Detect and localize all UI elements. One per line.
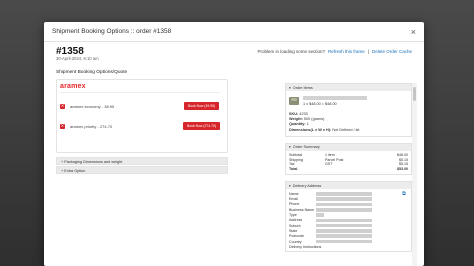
summary-table: Subtotal 1 item $48.00 Shipping Parcel Post… (286, 151, 411, 174)
order-summary-panel: ▾ Order Summary Subtotal 1 item $48.00 Shi… (285, 142, 412, 176)
order-info-column: ▾ Order Items 1 x $48.00 = $48.00 SKU: 4… (285, 83, 412, 266)
modal-header: Shipment Booking Options :: order #1358 … (44, 22, 424, 42)
redacted-value (316, 202, 372, 207)
collapsible-label: Extra Option (64, 169, 86, 173)
product-thumbnail (289, 97, 299, 105)
book-now-button[interactable]: Book Now (274.70) (182, 122, 220, 130)
extra-option-collapsible[interactable]: + Extra Option (56, 166, 228, 174)
aramex-logo: aramex (60, 83, 86, 90)
summary-row: Shipping Parcel Post $5.15 (289, 157, 408, 162)
address-fields: ⧉ Name Email Phone Business Name Type Ad… (286, 189, 411, 251)
summary-row: Tax GST $5.15 (289, 162, 408, 167)
redacted-value (316, 239, 372, 244)
carrier-quote-card: aramex ✕ aramex economy - 38.95 Book Now… (56, 79, 228, 153)
caret-down-icon: ▾ (289, 183, 291, 188)
checkbox-icon[interactable]: ✕ (60, 123, 65, 129)
order-date: 30-April-2024, 6:10 am (56, 56, 99, 61)
redacted-value (316, 223, 372, 228)
quote-row-economy: ✕ aramex economy - 38.95 Book Now (49.95… (60, 102, 220, 110)
order-item: 1 x $48.00 = $48.00 (286, 91, 411, 111)
external-link-icon[interactable]: ⧉ (402, 191, 408, 197)
delete-cache-link[interactable]: Delete Order Cache (372, 49, 412, 54)
checkbox-icon[interactable]: ✕ (60, 103, 65, 109)
delivery-address-panel: ▾ Delivery Address ⧉ Name Email Phone Bu… (285, 181, 412, 253)
caret-down-icon: ▾ (289, 145, 291, 150)
separator: | (367, 49, 369, 54)
scrollbar-thumb[interactable] (413, 87, 416, 101)
quote-row-priority: ✕ aramex priority - 274.70 Book Now (274… (60, 122, 220, 130)
quote-column: Shipment Booking Options/Quote aramex ✕ … (56, 70, 228, 174)
item-info: 1 x $48.00 = $48.00 (303, 96, 408, 106)
item-details: SKU: 4233 Weight: 500 (grams) Quantity: … (286, 111, 411, 136)
packaging-collapsible[interactable]: + Packaging Dimensions and weight (56, 157, 228, 165)
caret-down-icon: ▾ (289, 85, 291, 90)
help-line: Problem in loading some section? Refresh… (257, 49, 412, 54)
collapsible-label: Packaging Dimensions and weight (64, 160, 123, 164)
redacted-value (316, 207, 372, 212)
item-price: 1 x $48.00 = $48.00 (303, 102, 337, 106)
shipment-booking-modal: Shipment Booking Options :: order #1358 … (44, 22, 424, 266)
summary-row: Subtotal 1 item $48.00 (289, 153, 408, 158)
order-items-header[interactable]: ▾ Order Items (286, 84, 411, 91)
redacted-value (316, 213, 324, 217)
quote-label: aramex economy - 38.95 (70, 103, 115, 109)
book-now-button[interactable]: Book Now (49.95) (184, 102, 220, 110)
quote-section-title: Shipment Booking Options/Quote (56, 70, 128, 75)
order-items-panel: ▾ Order Items 1 x $48.00 = $48.00 SKU: 4… (285, 83, 412, 137)
order-summary-header[interactable]: ▾ Order Summary (286, 143, 411, 151)
divider (60, 92, 220, 93)
panel-title: Order Summary (292, 145, 320, 150)
refresh-frame-link[interactable]: Refresh this frame (328, 49, 365, 54)
quote-label: aramex priority - 274.70 (69, 123, 113, 129)
panel-title: Order Items (292, 85, 313, 90)
modal-title: Shipment Booking Options :: order #1358 (52, 28, 172, 35)
redacted-value (316, 192, 372, 196)
detail-row: Dimensions(L x W x H): Not Defined / kit (289, 127, 360, 132)
redacted-value (316, 229, 372, 233)
delivery-address-header[interactable]: ▾ Delivery Address (286, 182, 411, 190)
redacted-product-name (303, 96, 367, 100)
close-icon[interactable]: × (411, 27, 416, 37)
redacted-value (316, 234, 372, 238)
panel-title: Delivery Address (292, 183, 322, 188)
scrollbar[interactable] (412, 83, 417, 266)
address-row: Delivery Instructions (289, 244, 322, 249)
redacted-value (316, 197, 372, 201)
summary-total-row: Total $53.00 (289, 166, 408, 171)
help-text: Problem in loading some section? (257, 49, 326, 54)
redacted-value (316, 218, 372, 223)
